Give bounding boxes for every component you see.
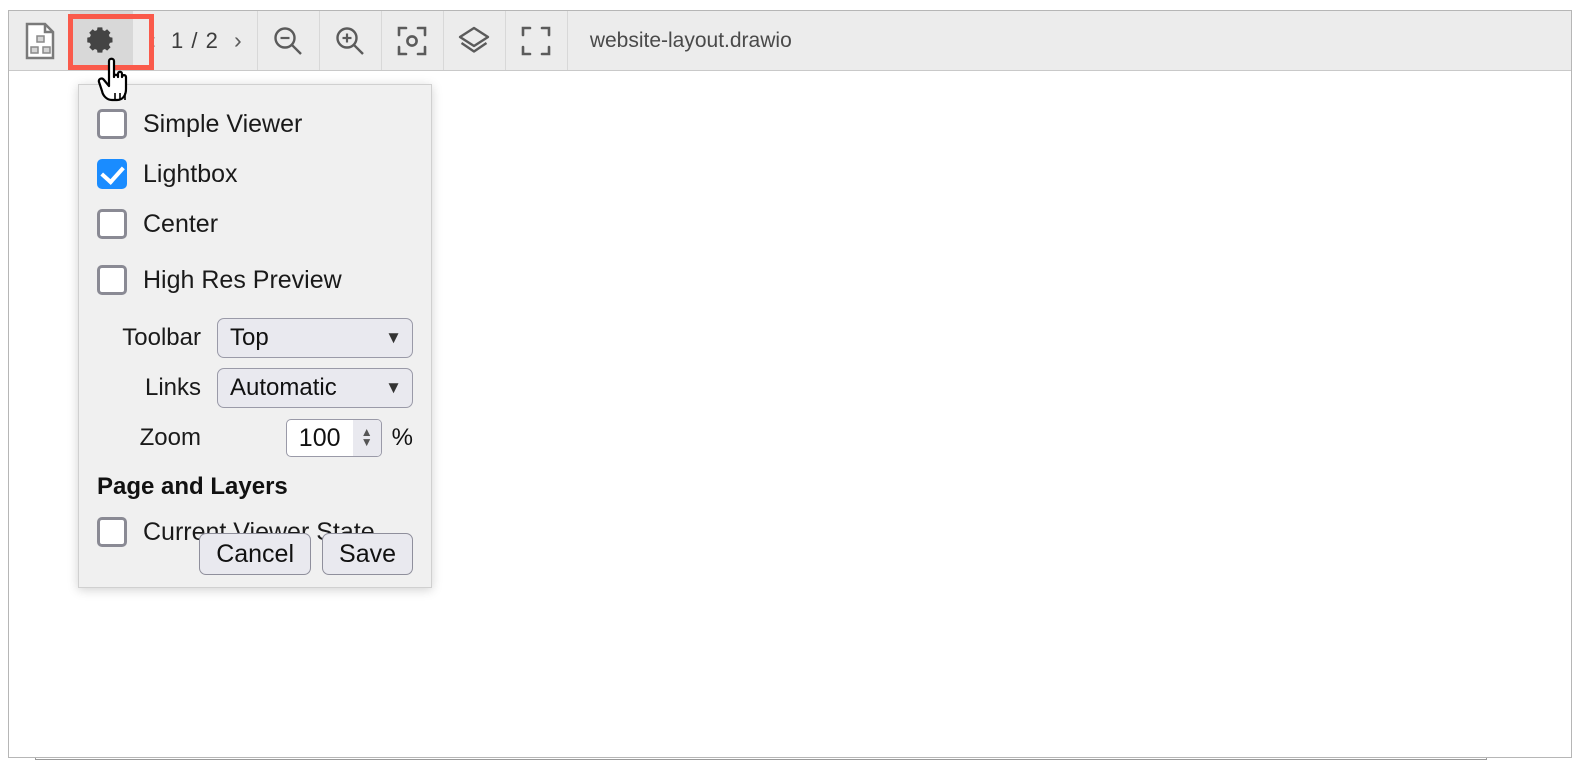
field-links: Links Automatic ▼	[79, 363, 431, 413]
toolbar-select-value: Top	[230, 324, 269, 351]
hand-cursor	[97, 57, 128, 102]
mockup-search-heading: Search	[1146, 486, 1232, 516]
mockup-search-input[interactable]: Search	[1146, 544, 1456, 588]
zoom-stepper[interactable]: 100 ▲ ▼	[285, 419, 382, 457]
window-circle-1[interactable]	[1362, 103, 1392, 133]
file-name-label: website-layout.drawio	[589, 28, 792, 52]
settings-dropdown-panel: Simple Viewer Lightbox Center High Res P…	[78, 84, 432, 588]
fullscreen-icon	[522, 26, 551, 55]
layers-icon	[459, 26, 490, 53]
simple-viewer-checkbox[interactable]	[97, 109, 127, 139]
save-button[interactable]: Save	[322, 533, 413, 575]
links-select[interactable]: Automatic ▼	[217, 368, 413, 408]
field-zoom: Zoom 100 ▲ ▼ %	[79, 413, 431, 463]
mockup-search-placeholder: Search	[1157, 551, 1237, 580]
mockup-blog-label: Blog	[1238, 704, 1292, 735]
search-icon	[1422, 552, 1443, 579]
page-navigation: ‹ 1 / 2 ›	[133, 11, 258, 70]
lightbox-label: Lightbox	[143, 159, 238, 188]
mockup-lorem-text: Lorem ipsum dolor sit amet, consectetur …	[64, 680, 860, 757]
zoom-out-icon	[274, 26, 303, 55]
diagram-file-icon	[25, 22, 54, 59]
simple-viewer-label: Simple Viewer	[143, 109, 303, 138]
fit-page-button[interactable]	[382, 11, 444, 70]
links-field-label: Links	[144, 374, 201, 401]
center-label: Center	[143, 209, 219, 238]
fit-page-icon	[398, 26, 427, 55]
high-res-preview-checkbox[interactable]	[97, 265, 127, 295]
mockup-contact-heading: Contact	[1146, 360, 1240, 390]
links-select-value: Automatic	[230, 374, 337, 401]
viewer-toolbar: ‹ 1 / 2 › website-layout.drawio	[9, 11, 1571, 71]
mockup-about-heading: About	[788, 360, 859, 390]
mockup-divider-announce	[36, 605, 1486, 606]
toolbar-select[interactable]: Top ▼	[217, 318, 413, 358]
app-root: Page 1 ↻ https://www.default.com Website	[0, 0, 1580, 764]
mockup-contact-text: Some default text to fill some space, an…	[1146, 410, 1434, 488]
chevron-down-icon: ▼	[385, 328, 402, 347]
gear-icon	[86, 26, 113, 53]
center-checkbox[interactable]	[97, 209, 127, 239]
mockup-announcement-label: Announcement	[64, 631, 233, 659]
page-indicator: 1 / 2	[171, 27, 219, 53]
option-center[interactable]: Center	[79, 199, 431, 249]
mockup-about-text: Some default text to fill some space, an…	[788, 410, 1076, 488]
high-res-preview-label: High Res Preview	[143, 265, 342, 294]
zoom-unit-label: %	[391, 424, 413, 451]
layers-button[interactable]	[444, 11, 506, 70]
mockup-blog-button[interactable]: Blog	[1132, 698, 1398, 742]
zoom-in-button[interactable]	[320, 11, 382, 70]
cancel-button[interactable]: Cancel	[199, 533, 312, 575]
stepper-arrows-icon[interactable]: ▲ ▼	[352, 420, 381, 456]
zoom-in-icon	[336, 26, 365, 55]
mockup-divider-body	[36, 668, 1486, 669]
zoom-spinner-wrap: 100 ▲ ▼ %	[217, 419, 413, 457]
window-circle-2[interactable]	[1401, 103, 1431, 133]
chevron-down-icon: ▼	[385, 378, 402, 397]
fullscreen-button[interactable]	[506, 11, 568, 70]
page-and-layers-heading: Page and Layers	[97, 473, 288, 500]
dropdown-footer: Cancel Save	[79, 533, 431, 575]
next-page-button[interactable]: ›	[225, 11, 251, 70]
window-circle-3[interactable]	[1440, 103, 1470, 133]
toolbar-field-label: Toolbar	[122, 324, 201, 351]
lightbox-checkbox[interactable]	[97, 159, 127, 189]
mockup-window-controls	[1362, 103, 1470, 133]
option-lightbox[interactable]: Lightbox	[79, 149, 431, 199]
diagram-file-button[interactable]	[9, 11, 71, 70]
zoom-value: 100	[298, 423, 341, 452]
zoom-out-button[interactable]	[258, 11, 320, 70]
option-high-res-preview[interactable]: High Res Preview	[79, 255, 431, 305]
zoom-field-label: Zoom	[139, 424, 201, 451]
field-toolbar: Toolbar Top ▼	[79, 313, 431, 363]
